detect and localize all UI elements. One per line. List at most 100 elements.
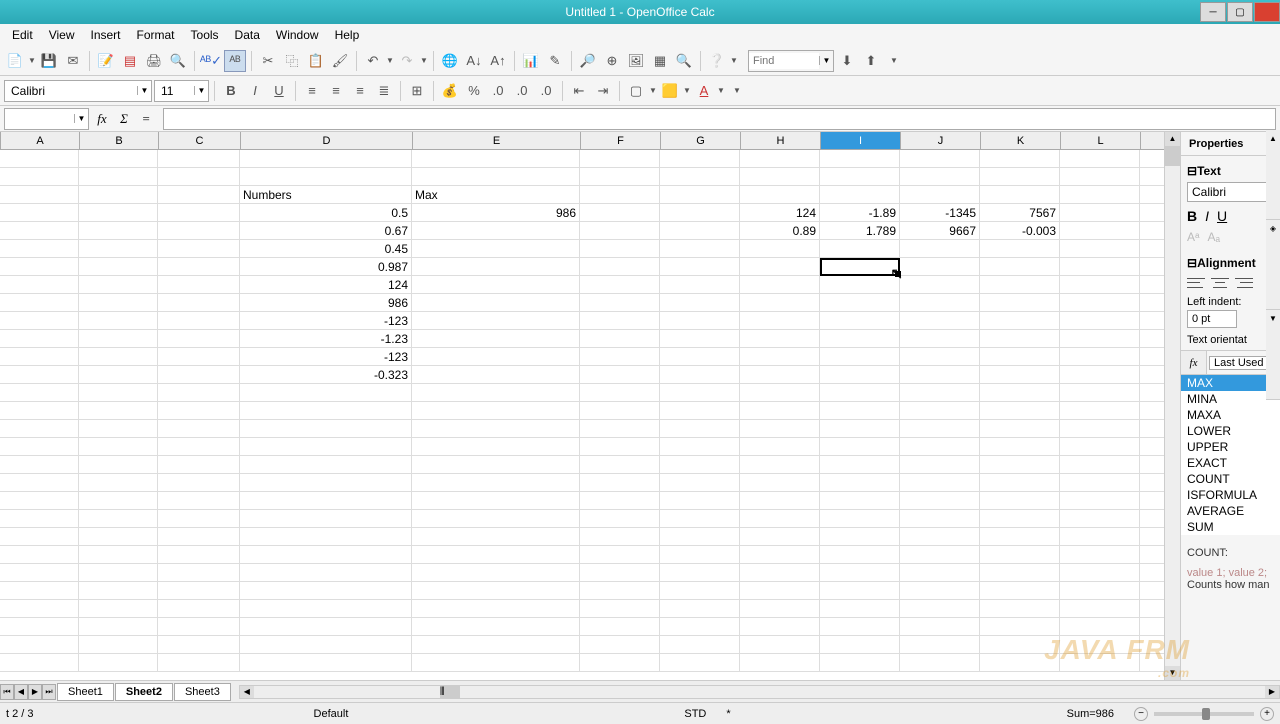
cell[interactable] (820, 600, 900, 617)
cell[interactable]: 1.789 (820, 222, 900, 239)
col-header-H[interactable]: H (741, 132, 821, 149)
cell[interactable] (820, 240, 900, 257)
cell[interactable] (1060, 150, 1140, 167)
cell[interactable] (0, 240, 79, 257)
paste-button[interactable]: 📋 (305, 50, 327, 72)
cell[interactable] (1060, 456, 1140, 473)
cell[interactable] (412, 330, 580, 347)
fontcolor-button[interactable]: A (693, 80, 715, 102)
cell[interactable] (79, 366, 158, 383)
cell[interactable] (412, 294, 580, 311)
cell[interactable] (158, 546, 240, 563)
formula-input[interactable] (163, 108, 1276, 130)
cell[interactable] (240, 582, 412, 599)
function-button[interactable]: = (137, 110, 155, 128)
cell[interactable] (580, 618, 660, 635)
cell[interactable] (412, 438, 580, 455)
del-decimal-button[interactable]: .0 (511, 80, 533, 102)
insert-mode[interactable]: STD (684, 708, 706, 720)
cell[interactable] (158, 438, 240, 455)
cell[interactable]: 986 (412, 204, 580, 221)
cell[interactable] (740, 564, 820, 581)
cell[interactable] (980, 276, 1060, 293)
cell[interactable] (240, 474, 412, 491)
cell[interactable] (412, 276, 580, 293)
cell[interactable] (0, 654, 79, 671)
cell[interactable]: 0.5 (240, 204, 412, 221)
align-left-button[interactable]: ≡ (301, 80, 323, 102)
cell[interactable] (740, 456, 820, 473)
cell[interactable] (660, 240, 740, 257)
find-input[interactable] (749, 53, 819, 69)
cell[interactable] (980, 600, 1060, 617)
cell[interactable]: -123 (240, 348, 412, 365)
cell[interactable] (580, 366, 660, 383)
zoom-button[interactable]: 🔍 (673, 50, 695, 72)
styles-deck-icon[interactable]: ◈ (1266, 220, 1280, 310)
cell[interactable] (0, 258, 79, 275)
cell[interactable] (980, 168, 1060, 185)
cell[interactable] (79, 150, 158, 167)
col-header-I[interactable]: I (821, 132, 901, 149)
cell[interactable] (0, 294, 79, 311)
cell[interactable] (79, 348, 158, 365)
cell[interactable] (240, 510, 412, 527)
cell[interactable] (660, 474, 740, 491)
gallery-deck-icon[interactable]: ▼ (1266, 310, 1280, 400)
cell[interactable] (900, 564, 980, 581)
cell[interactable] (412, 168, 580, 185)
cell[interactable] (0, 456, 79, 473)
cell[interactable] (740, 366, 820, 383)
cell[interactable] (740, 258, 820, 275)
cell[interactable] (158, 582, 240, 599)
cell[interactable] (980, 366, 1060, 383)
col-header-G[interactable]: G (661, 132, 741, 149)
cell[interactable] (79, 330, 158, 347)
cell[interactable] (980, 510, 1060, 527)
cell[interactable] (580, 348, 660, 365)
cell[interactable] (580, 438, 660, 455)
preview-button[interactable]: 🔍 (167, 50, 189, 72)
cell[interactable] (980, 546, 1060, 563)
cell[interactable] (660, 348, 740, 365)
function-wizard-button[interactable]: fx (93, 110, 111, 128)
copy-button[interactable]: ⿻ (281, 50, 303, 72)
cell[interactable] (158, 636, 240, 653)
cell[interactable] (580, 654, 660, 671)
cell[interactable] (740, 654, 820, 671)
cell[interactable] (158, 168, 240, 185)
cell[interactable] (0, 330, 79, 347)
find-next-button[interactable]: ⬇ (836, 50, 858, 72)
col-header-K[interactable]: K (981, 132, 1061, 149)
cell[interactable] (820, 456, 900, 473)
cell[interactable] (412, 402, 580, 419)
edit-file-button[interactable]: 📝 (95, 50, 117, 72)
cell[interactable] (660, 330, 740, 347)
cell[interactable] (412, 600, 580, 617)
cell[interactable] (79, 276, 158, 293)
cut-button[interactable]: ✂ (257, 50, 279, 72)
cell[interactable] (1060, 384, 1140, 401)
cell[interactable] (79, 384, 158, 401)
cell[interactable] (660, 528, 740, 545)
cell[interactable] (820, 546, 900, 563)
cell[interactable] (158, 510, 240, 527)
col-header-E[interactable]: E (413, 132, 581, 149)
underline-button[interactable]: U (268, 80, 290, 102)
cell[interactable] (740, 618, 820, 635)
function-item[interactable]: AVERAGE (1181, 503, 1280, 519)
cell[interactable] (412, 618, 580, 635)
cell[interactable] (79, 294, 158, 311)
cell[interactable] (900, 186, 980, 203)
find-prev-button[interactable]: ⬆ (860, 50, 882, 72)
cell[interactable]: 0.67 (240, 222, 412, 239)
menu-data[interactable]: Data (227, 26, 268, 44)
sidebar-font-select[interactable]: Calibri (1187, 182, 1274, 202)
find-button[interactable]: 🔎 (577, 50, 599, 72)
cell[interactable] (412, 474, 580, 491)
maximize-button[interactable]: ▢ (1227, 2, 1253, 22)
cell[interactable] (1060, 330, 1140, 347)
cell[interactable] (1060, 366, 1140, 383)
cell[interactable] (79, 438, 158, 455)
cell[interactable] (79, 474, 158, 491)
